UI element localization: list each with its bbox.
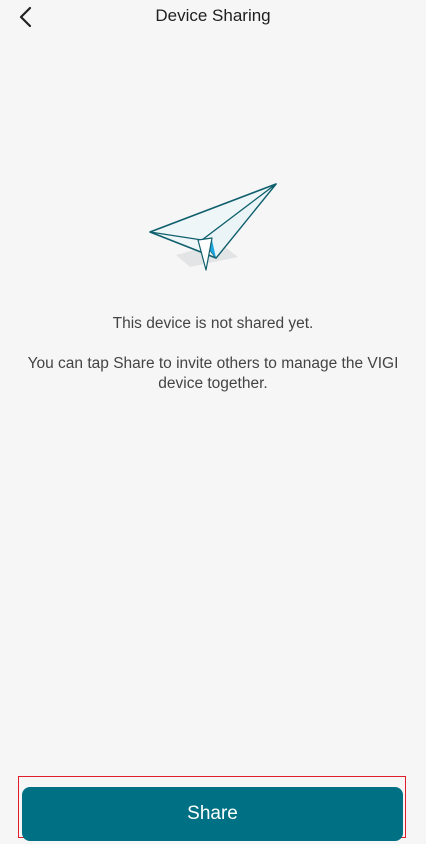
empty-state-title: This device is not shared yet.	[112, 315, 314, 332]
top-bar: Device Sharing	[0, 0, 426, 36]
page-title: Device Sharing	[155, 6, 271, 25]
paper-plane-icon	[149, 183, 277, 271]
device-sharing-screen: Device Sharing This device is not shared…	[0, 0, 426, 844]
share-button[interactable]: Share	[22, 787, 403, 841]
empty-state-description: You can tap Share to invite others to ma…	[27, 355, 399, 392]
